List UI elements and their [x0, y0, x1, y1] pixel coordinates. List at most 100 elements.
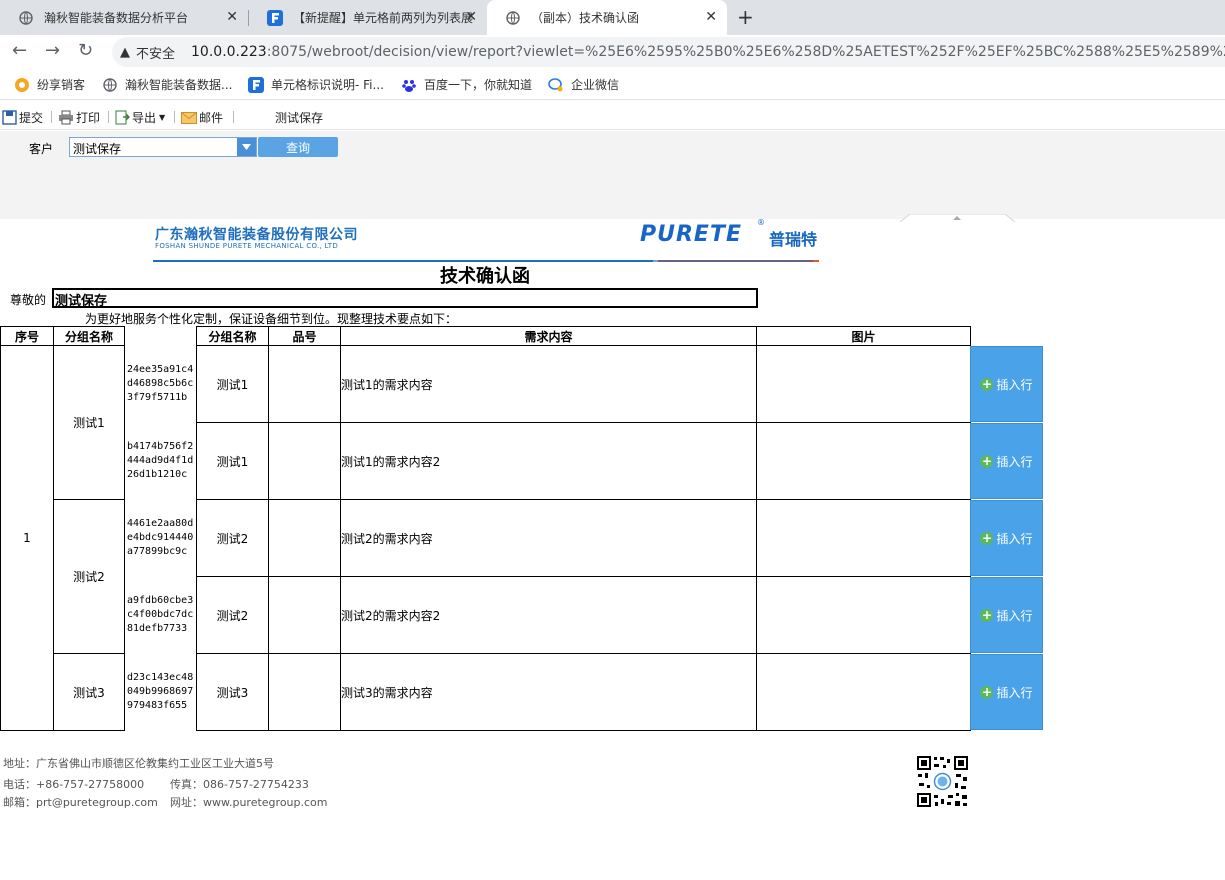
header-group-left: 分组名称	[53, 326, 125, 346]
header-content: 需求内容	[340, 326, 757, 346]
browser-tab-2[interactable]: 【新提醒】单元格前两列为列表展 ✕	[249, 0, 487, 35]
customer-combobox[interactable]: 测试保存	[69, 137, 257, 157]
close-icon[interactable]: ✕	[465, 9, 477, 25]
group-cell: 测试1	[53, 345, 125, 500]
insert-row-label: 插入行	[996, 454, 1033, 469]
footer-email: 邮箱：prt@puretegroup.com	[3, 796, 158, 809]
browser-tab-1[interactable]: 瀚秋智能装备数据分析平台 ✕	[0, 0, 248, 35]
security-label[interactable]: 不安全	[136, 43, 175, 62]
group-cell: 测试2	[53, 499, 125, 654]
submit-button[interactable]: 提交	[2, 109, 43, 126]
plus-icon: +	[980, 453, 994, 468]
export-button[interactable]: 导出 ▼	[115, 109, 165, 126]
row-uuid: 4461e2aa80de4bdc914440a77899bc9c	[127, 518, 194, 557]
row-image-cell[interactable]	[756, 653, 971, 731]
submit-label: 提交	[19, 111, 44, 125]
row-content-cell[interactable]: 测试1的需求内容2	[340, 422, 757, 500]
bookmark-platform[interactable]: 瀚秋智能装备数据...	[102, 76, 232, 93]
tab-title: （副本）技术确认函	[531, 11, 640, 25]
tab-title: 瀚秋智能装备数据分析平台	[44, 11, 189, 25]
row-group-cell: 测试3	[196, 653, 269, 731]
row-image-cell[interactable]	[756, 576, 971, 654]
print-label: 打印	[76, 111, 101, 125]
new-tab-button[interactable]: +	[737, 5, 754, 29]
url-path: :8075/webroot/decision/view/report?viewl…	[266, 44, 1225, 60]
row-image-cell[interactable]	[756, 499, 971, 577]
back-arrow-icon[interactable]: ←	[12, 40, 27, 61]
company-name-cn: 广东瀚秋智能装备股份有限公司	[155, 227, 358, 243]
bookmark-baidu[interactable]: 百度一下，你就知道	[401, 76, 532, 93]
row-content-cell[interactable]: 测试3的需求内容	[340, 653, 757, 731]
baidu-icon	[401, 77, 417, 93]
forward-arrow-icon[interactable]: →	[45, 40, 60, 61]
row-group-cell: 测试2	[196, 576, 269, 654]
row-content-cell[interactable]: 测试2的需求内容	[340, 499, 757, 577]
header-seq: 序号	[0, 326, 54, 346]
insert-row-button[interactable]: + 插入行	[970, 577, 1043, 653]
email-label: 邮件	[199, 111, 224, 125]
reload-icon[interactable]: ↻	[78, 40, 93, 61]
row-product-cell[interactable]	[268, 345, 341, 423]
collapse-panel-handle[interactable]	[899, 211, 1016, 223]
insert-row-button[interactable]: + 插入行	[970, 423, 1043, 499]
footer-fax: 传真：086-757-27754233	[170, 778, 309, 791]
row-product-cell[interactable]	[268, 653, 341, 731]
tab-title: 【新提醒】单元格前两列为列表展	[293, 11, 473, 25]
customer-value: 测试保存	[73, 142, 122, 156]
row-content-cell[interactable]: 测试2的需求内容2	[340, 576, 757, 654]
caret-down-icon: ▼	[159, 113, 166, 122]
group-cell: 测试3	[53, 653, 125, 731]
query-button[interactable]: 查询	[258, 137, 338, 157]
bookmark-label: 纷享销客	[37, 78, 86, 92]
warning-icon[interactable]: ▲	[120, 45, 130, 60]
greeting-value-box: 测试保存	[52, 288, 758, 309]
row-product-cell[interactable]	[268, 576, 341, 654]
toolbar-divider	[51, 111, 52, 123]
email-button[interactable]: 邮件	[181, 109, 223, 126]
registered-mark: ®	[757, 218, 765, 227]
mail-icon	[181, 111, 197, 124]
row-product-cell[interactable]	[268, 422, 341, 500]
print-button[interactable]: 打印	[58, 109, 100, 126]
bookmark-label: 单元格标识说明- Fi...	[271, 78, 384, 92]
toolbar-status-text: 测试保存	[275, 111, 324, 125]
qr-code-image	[916, 755, 969, 808]
footer-phone: 电话：+86-757-27758000	[3, 778, 145, 791]
document-title: 技术确认函	[440, 266, 530, 287]
brand-name-cn: 普瑞特	[769, 230, 818, 249]
row-product-cell[interactable]	[268, 499, 341, 577]
globe-icon	[102, 77, 118, 93]
row-image-cell[interactable]	[756, 345, 971, 423]
chevron-down-icon[interactable]	[237, 138, 256, 156]
row-uuid: a9fdb60cbe3c4f00bdc7dc81defb7733	[127, 595, 194, 634]
close-icon[interactable]: ✕	[705, 9, 717, 25]
greeting-label: 尊敬的	[10, 293, 47, 307]
bookmark-fxiaoke[interactable]: 纷享销客	[14, 76, 85, 93]
insert-row-label: 插入行	[996, 608, 1033, 623]
bookmark-wecom[interactable]: 企业微信	[548, 76, 619, 93]
insert-row-button[interactable]: + 插入行	[970, 654, 1043, 730]
insert-row-button[interactable]: + 插入行	[970, 500, 1043, 576]
wecom-icon	[548, 77, 564, 93]
row-uuid: b4174b756f2444ad9d4f1d26d1b1210c	[127, 441, 194, 480]
row-image-cell[interactable]	[756, 422, 971, 500]
insert-row-label: 插入行	[996, 685, 1033, 700]
close-icon[interactable]: ✕	[226, 9, 238, 25]
row-uuid: 24ee35a91c4d46898c5b6c3f79f5711b	[127, 364, 194, 403]
row-group-cell: 测试2	[196, 499, 269, 577]
insert-row-button[interactable]: + 插入行	[970, 346, 1043, 422]
globe-icon	[505, 10, 521, 26]
row-content-cell[interactable]: 测试1的需求内容	[340, 345, 757, 423]
fanruan-icon	[267, 9, 283, 26]
row-group-cell: 测试1	[196, 422, 269, 500]
bookmark-cell-marks[interactable]: 单元格标识说明- Fi...	[248, 76, 384, 93]
footer-address: 地址：广东省佛山市顺德区伦教集约工业区工业大道5号	[3, 757, 274, 770]
url-host: 10.0.0.223	[191, 44, 267, 60]
row-uuid: d23c143ec48049b9968697979483f655	[127, 672, 194, 711]
browser-tab-3[interactable]: （副本）技术确认函 ✕	[487, 0, 727, 35]
header-product: 品号	[268, 326, 341, 346]
greeting-value: 测试保存	[55, 294, 108, 309]
intro-text: 为更好地服务个性化定制，保证设备细节到位。现整理技术要点如下：	[85, 312, 458, 326]
url-input[interactable]: ▲ 不安全 10.0.0.223:8075/webroot/decision/v…	[112, 37, 1225, 67]
printer-icon	[58, 110, 74, 125]
